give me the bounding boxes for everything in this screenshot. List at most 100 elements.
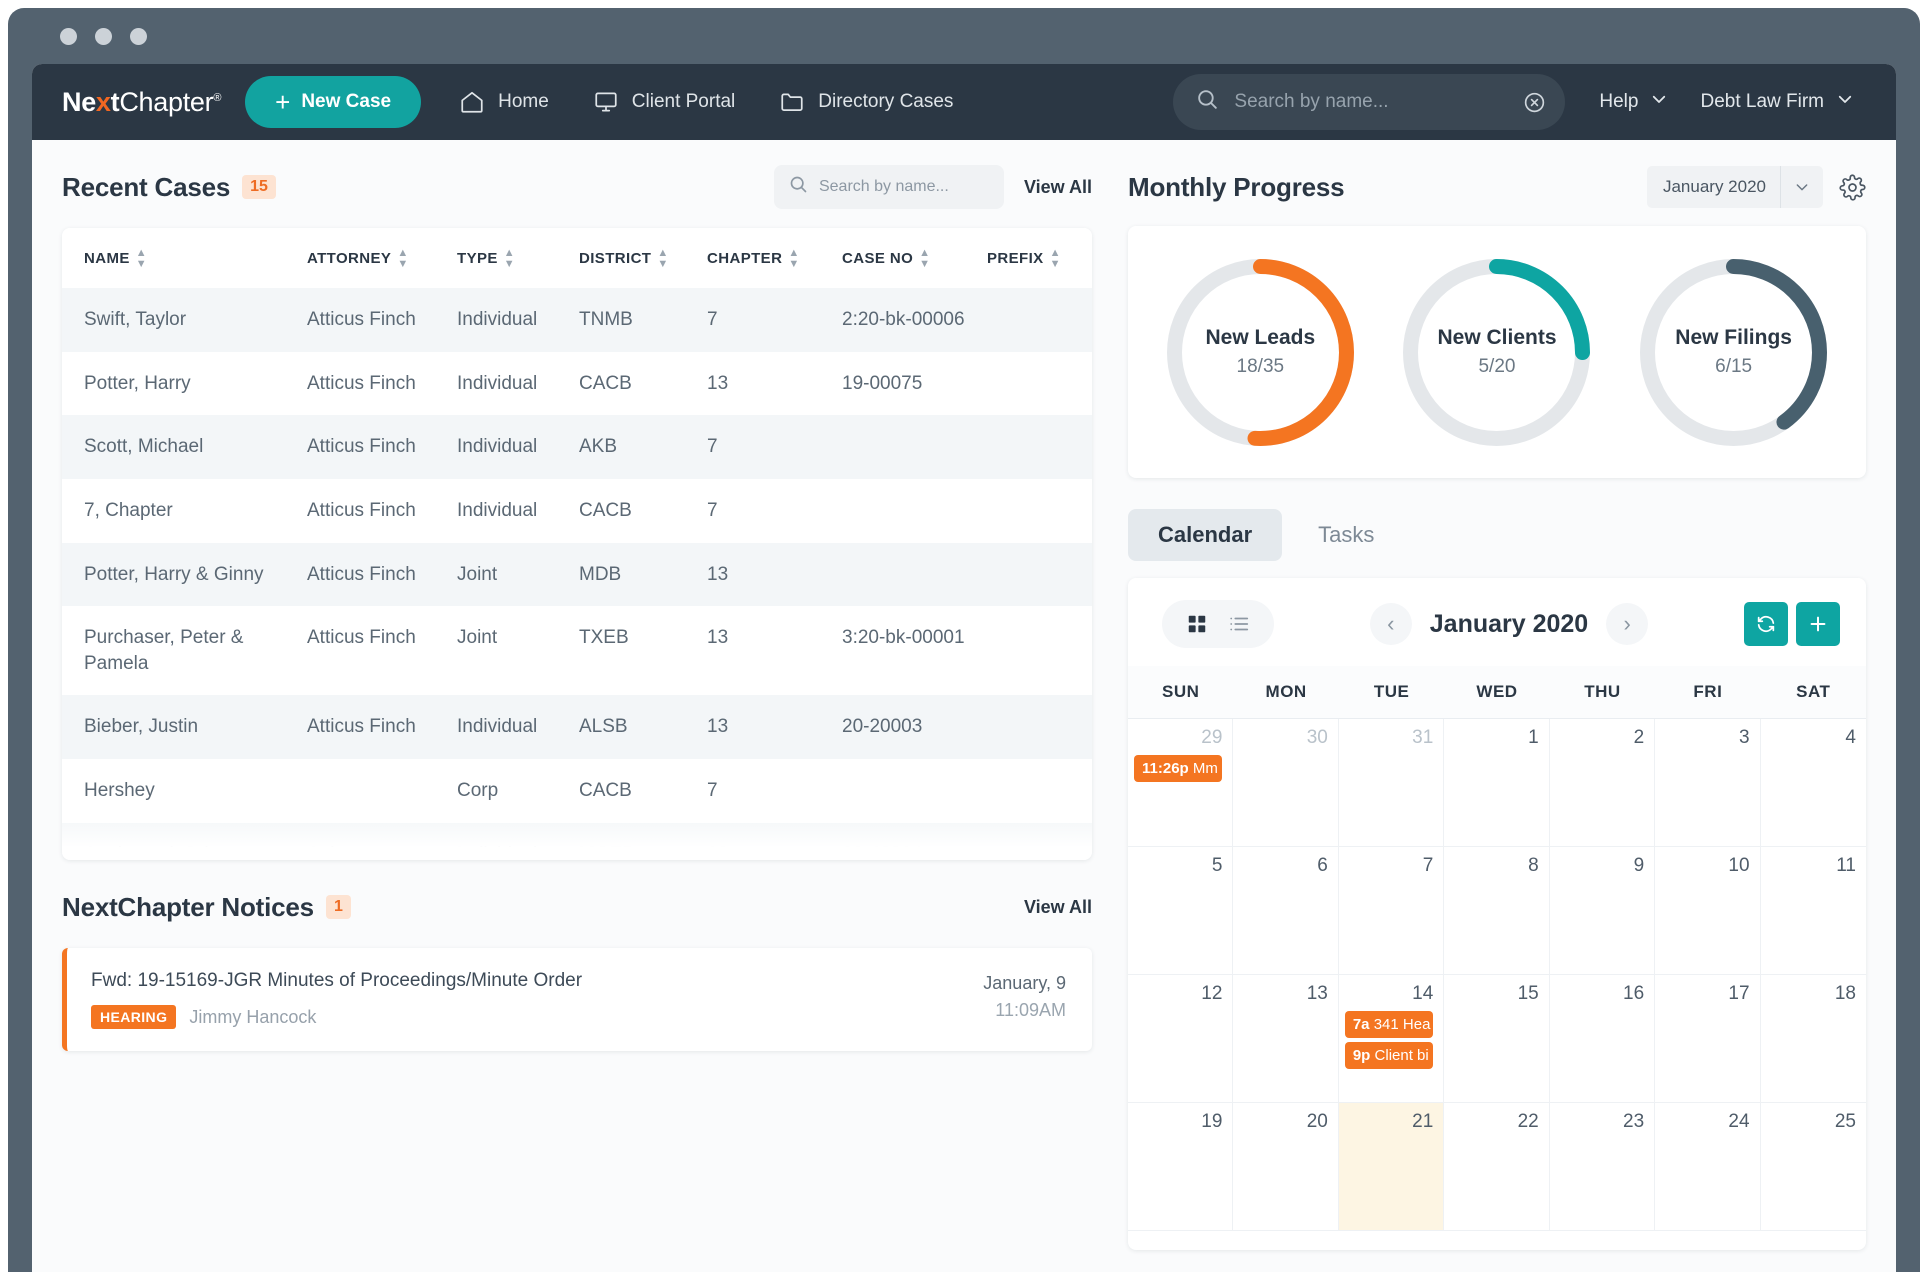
calendar-day-cell[interactable]: 24: [1655, 1103, 1761, 1231]
cell-attorney: Atticus Finch: [307, 627, 416, 649]
calendar-toolbar: ‹ January 2020 ›: [1128, 578, 1866, 666]
calendar-day-cell[interactable]: 2: [1549, 719, 1656, 847]
grid-view-icon[interactable]: [1178, 609, 1216, 639]
calendar-day-cell[interactable]: 8: [1444, 847, 1550, 975]
calendar-day-cell[interactable]: 3: [1655, 719, 1761, 847]
case-name-link[interactable]: Potter, Harry & Ginny: [62, 543, 307, 607]
firm-label: Debt Law Firm: [1700, 91, 1824, 112]
notices-view-all-link[interactable]: View All: [1024, 897, 1092, 918]
cases-search-box[interactable]: [773, 165, 1026, 209]
calendar-day-number: 11: [1836, 855, 1856, 876]
col-header-attorney[interactable]: ATTORNEY ▲ ▼: [307, 228, 457, 288]
help-menu[interactable]: Help: [1583, 90, 1684, 114]
firm-menu[interactable]: Debt Law Firm: [1684, 90, 1870, 114]
calendar-day-cell[interactable]: 16: [1549, 975, 1656, 1103]
case-name-link[interactable]: Bieber, Justin: [62, 695, 307, 759]
case-name-link[interactable]: Potter, Harry: [62, 352, 307, 416]
calendar-day-cell[interactable]: 29 11:26p Mm: [1128, 719, 1234, 847]
month-select[interactable]: January 2020: [1646, 166, 1823, 208]
calendar-day-cell[interactable]: 4: [1760, 719, 1866, 847]
calendar-day-cell[interactable]: 13: [1233, 975, 1339, 1103]
calendar-day-cell[interactable]: 31: [1338, 719, 1445, 847]
case-name-link[interactable]: Purchaser, Peter & Pamela: [62, 606, 307, 695]
help-label: Help: [1599, 91, 1639, 112]
calendar-event[interactable]: 9p Client bi: [1344, 1042, 1434, 1069]
window-dot-maximize[interactable]: [130, 27, 147, 45]
case-name-link[interactable]: Hershey: [62, 759, 307, 823]
chevron-right-icon[interactable]: ›: [1606, 603, 1649, 645]
add-event-button[interactable]: [1796, 602, 1840, 646]
donut-label: New Filings 6/15: [1631, 250, 1836, 455]
col-header-type[interactable]: TYPE ▲ ▼: [457, 228, 579, 288]
case-name-link[interactable]: 7, Chapter: [62, 479, 307, 543]
calendar-day-cell[interactable]: 15: [1444, 975, 1550, 1103]
window-dot-close[interactable]: [60, 27, 77, 45]
calendar-day-number: 30: [1306, 727, 1328, 748]
tab-tasks[interactable]: Tasks: [1288, 509, 1404, 561]
refresh-icon[interactable]: [1744, 602, 1788, 646]
window-dot-minimize[interactable]: [95, 27, 112, 45]
global-search-input[interactable]: [1234, 91, 1523, 113]
table-row[interactable]: Scott, Michael Atticus Finch Individual AKB…: [62, 415, 1092, 479]
calendar-day-cell[interactable]: 7: [1338, 847, 1445, 975]
calendar-day-cell[interactable]: 23: [1549, 1103, 1656, 1231]
calendar-day-cell[interactable]: 30: [1233, 719, 1339, 847]
calendar-day-cell[interactable]: 5: [1128, 847, 1234, 975]
recent-cases-view-all-link[interactable]: View All: [1024, 177, 1092, 198]
table-row[interactable]: Swift, Taylor Atticus Finch Individual TNMB…: [62, 288, 1092, 352]
clear-search-icon[interactable]: [1522, 90, 1547, 115]
calendar-day-cell[interactable]: 12: [1128, 975, 1234, 1103]
calendar-day-cell[interactable]: 6: [1233, 847, 1339, 975]
global-search-box[interactable]: [1173, 74, 1566, 130]
calendar-event[interactable]: 11:26p Mm: [1134, 755, 1223, 782]
table-row[interactable]: Appleseed, Johnny Atticus Individual MOEB 13…: [62, 822, 1092, 860]
cell-prefix: [987, 415, 1092, 479]
calendar-day-cell[interactable]: 22: [1444, 1103, 1550, 1231]
donut-label: New Clients 5/20: [1394, 250, 1599, 455]
calendar-day-cell[interactable]: 9: [1549, 847, 1656, 975]
notice-item[interactable]: Fwd: 19-15169-JGR Minutes of Proceedings…: [62, 948, 1092, 1051]
table-row[interactable]: Purchaser, Peter & Pamela Atticus Finch Jo…: [62, 606, 1092, 696]
cases-search-input[interactable]: [818, 178, 1026, 196]
calendar-day-cell[interactable]: 11: [1760, 847, 1866, 975]
col-header-chapter[interactable]: CHAPTER ▲ ▼: [707, 228, 842, 288]
calendar-dow-thu: THU: [1584, 682, 1621, 701]
case-name-link[interactable]: Appleseed, Johnny: [62, 823, 307, 860]
col-header-case-no[interactable]: CASE NO ▲ ▼: [842, 228, 987, 288]
calendar-day-cell[interactable]: 25: [1760, 1103, 1866, 1231]
calendar-day-cell[interactable]: 19: [1128, 1103, 1234, 1231]
table-row[interactable]: Potter, Harry & Ginny Atticus Finch Joint M…: [62, 542, 1092, 607]
calendar-day-cell[interactable]: 18: [1760, 975, 1866, 1103]
nav-item-client-portal[interactable]: Client Portal: [571, 64, 758, 140]
gear-icon[interactable]: [1839, 173, 1866, 201]
calendar-day-cell[interactable]: 14 7a 341 Hea 9p Client bi: [1338, 975, 1445, 1103]
nav-item-home[interactable]: Home: [437, 64, 571, 140]
new-case-button[interactable]: + New Case: [245, 76, 422, 128]
calendar-day-cell[interactable]: 20: [1233, 1103, 1339, 1231]
table-row[interactable]: Potter, Harry Atticus Finch Individual CACB…: [62, 351, 1092, 416]
nextchapter-logo[interactable]: NextChapter®: [62, 87, 221, 118]
calendar-day-cell[interactable]: 21: [1338, 1103, 1445, 1231]
browser-window-frame: NextChapter® + New Case Home Client Port…: [8, 8, 1920, 1272]
col-header-district[interactable]: DISTRICT ▲ ▼: [579, 228, 707, 288]
case-name-link[interactable]: Swift, Taylor: [62, 288, 307, 352]
table-row[interactable]: Bieber, Justin Atticus Finch Individual ALS…: [62, 695, 1092, 760]
list-view-icon[interactable]: [1220, 609, 1258, 639]
case-name-link[interactable]: Scott, Michael: [62, 415, 307, 479]
cell-type: Joint: [457, 627, 498, 649]
chevron-left-icon[interactable]: ‹: [1369, 603, 1412, 645]
nav-item-directory-cases[interactable]: Directory Cases: [757, 64, 975, 140]
calendar-day-cell[interactable]: 1: [1444, 719, 1550, 847]
table-row[interactable]: 7, Chapter Atticus Finch Individual CACB 7: [62, 478, 1092, 543]
calendar-day-cell[interactable]: 10: [1655, 847, 1761, 975]
cell-prefix: [987, 352, 1092, 416]
calendar-day-cell[interactable]: 17: [1655, 975, 1761, 1103]
cell-prefix: [987, 288, 1092, 352]
calendar-event[interactable]: 7a 341 Hea: [1344, 1011, 1434, 1038]
calendar-grid: 29 11:26p Mm 30 31 1 2 3 4 5 6 7 8 9 10 11 12 13 14 7a 341…: [1128, 719, 1866, 1250]
tab-calendar[interactable]: Calendar: [1128, 509, 1283, 561]
col-header-prefix[interactable]: PREFIX ▲ ▼: [987, 228, 1092, 288]
col-header-name[interactable]: NAME ▲ ▼: [62, 228, 307, 288]
calendar-dow-fri: FRI: [1693, 682, 1723, 701]
table-row[interactable]: Hershey Corp CACB 7: [62, 759, 1092, 823]
